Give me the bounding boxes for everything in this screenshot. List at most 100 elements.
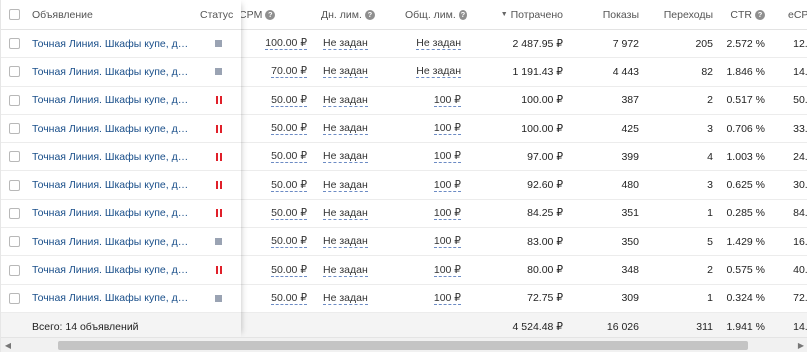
cpm-cell: 50.00 ₽ xyxy=(241,200,313,229)
total-limit-value[interactable]: 100 ₽ xyxy=(433,122,461,136)
row-checkbox[interactable] xyxy=(9,179,20,191)
spent-value: 83.00 ₽ xyxy=(527,235,563,248)
active-status-icon[interactable] xyxy=(215,294,222,302)
active-status-icon[interactable] xyxy=(215,68,222,76)
impressions-value: 480 xyxy=(621,179,639,192)
total-limit-value[interactable]: 100 ₽ xyxy=(433,94,461,107)
active-status-icon[interactable] xyxy=(215,238,222,246)
help-icon[interactable]: ? xyxy=(755,9,765,20)
spent-cell: 100.00 ₽ xyxy=(467,87,569,115)
daily-limit-value[interactable]: Не задан xyxy=(323,65,368,79)
header-status[interactable]: Статус xyxy=(196,0,241,30)
header-ecpc[interactable]: eCPC? xyxy=(771,0,807,30)
help-icon[interactable]: ? xyxy=(364,9,375,20)
cpm-value[interactable]: 50.00 ₽ xyxy=(271,94,307,107)
cpm-value[interactable]: 50.00 ₽ xyxy=(271,235,307,249)
total-limit-value[interactable]: 100 ₽ xyxy=(433,292,461,305)
ctr-value: 0.625 % xyxy=(726,179,765,192)
cpm-value[interactable]: 50.00 ₽ xyxy=(271,264,307,277)
ecpc-value: 12.13 ₽ xyxy=(793,37,807,50)
active-status-icon[interactable] xyxy=(215,40,222,48)
ad-name-link[interactable]: Точная Линия. Шкафы купе, двери к... xyxy=(32,66,192,78)
daily-limit-value[interactable]: Не задан xyxy=(323,122,368,136)
daily-limit-value[interactable]: Не задан xyxy=(323,235,368,249)
header-ctr[interactable]: CTR? xyxy=(719,0,771,30)
paused-status-icon[interactable] xyxy=(215,124,222,133)
total-limit-value[interactable]: Не задан xyxy=(416,37,461,51)
row-checkbox[interactable] xyxy=(9,38,20,50)
ad-name-link[interactable]: Точная Линия. Шкафы купе, двери к... xyxy=(32,236,192,248)
select-all-checkbox[interactable] xyxy=(9,9,20,20)
ad-name-cell: Точная Линия. Шкафы купе, двери к... xyxy=(26,171,196,200)
daily-limit-cell: Не задан xyxy=(313,228,375,257)
header-daily-limit[interactable]: Дн. лим.? xyxy=(313,0,375,30)
total-limit-value[interactable]: 100 ₽ xyxy=(433,179,461,192)
spent-cell: 1 191.43 ₽ xyxy=(467,58,569,87)
total-limit-value[interactable]: Не задан xyxy=(416,65,461,79)
row-checkbox[interactable] xyxy=(9,292,20,304)
impressions-cell: 480 xyxy=(569,171,645,200)
header-cpm[interactable]: CPM? xyxy=(241,0,313,30)
total-limit-value[interactable]: 100 ₽ xyxy=(433,207,461,220)
cpm-value[interactable]: 100.00 ₽ xyxy=(265,37,307,51)
daily-limit-value[interactable]: Не задан xyxy=(323,37,368,51)
ad-name-link[interactable]: Точная Линия. Шкафы купе, двери к... xyxy=(32,207,192,219)
daily-limit-value[interactable]: Не задан xyxy=(323,94,368,107)
impressions-value: 4 443 xyxy=(612,65,639,78)
total-limit-value[interactable]: 100 ₽ xyxy=(433,264,461,277)
header-impressions[interactable]: Показы xyxy=(569,0,645,30)
row-checkbox[interactable] xyxy=(9,207,20,219)
ecpc-value: 72.75 ₽ xyxy=(793,292,807,305)
row-checkbox[interactable] xyxy=(9,151,20,163)
total-limit-value[interactable]: 100 ₽ xyxy=(433,235,461,249)
paused-status-icon[interactable] xyxy=(215,209,222,218)
cpm-value[interactable]: 50.00 ₽ xyxy=(271,207,307,220)
paused-status-icon[interactable] xyxy=(215,152,222,161)
row-checkbox[interactable] xyxy=(9,264,20,276)
row-checkbox[interactable] xyxy=(9,123,20,135)
horizontal-scrollbar[interactable]: ◀ ▶ xyxy=(1,337,807,352)
row-checkbox[interactable] xyxy=(9,94,20,106)
daily-limit-value[interactable]: Не задан xyxy=(323,264,368,277)
daily-limit-value[interactable]: Не задан xyxy=(323,207,368,220)
ad-name-link[interactable]: Точная Линия. Шкафы купе, двери к... xyxy=(32,38,192,50)
daily-limit-cell: Не задан xyxy=(313,200,375,229)
ad-name-link[interactable]: Точная Линия. Шкафы купе, двери к... xyxy=(32,151,192,163)
impressions-value: 309 xyxy=(621,292,639,305)
help-icon[interactable]: ? xyxy=(265,9,276,20)
impressions-value: 7 972 xyxy=(612,37,639,50)
ad-name-link[interactable]: Точная Линия. Шкафы купе, двери к... xyxy=(32,264,192,276)
cpm-value[interactable]: 50.00 ₽ xyxy=(271,122,307,136)
header-clicks-label: Переходы xyxy=(663,8,713,21)
cpm-value[interactable]: 50.00 ₽ xyxy=(271,150,307,164)
cpm-value[interactable]: 70.00 ₽ xyxy=(271,65,307,79)
ad-name-link[interactable]: Точная Линия. Шкафы купе, двери к... xyxy=(32,179,192,191)
header-total-limit[interactable]: Общ. лим.? xyxy=(375,0,467,30)
ad-name-link[interactable]: Точная Линия. Шкафы купе, двери к... xyxy=(32,292,192,304)
cpm-cell: 50.00 ₽ xyxy=(241,228,313,257)
paused-status-icon[interactable] xyxy=(215,96,222,105)
cpm-value[interactable]: 50.00 ₽ xyxy=(271,179,307,192)
cpm-value[interactable]: 50.00 ₽ xyxy=(271,292,307,305)
row-checkbox[interactable] xyxy=(9,66,20,78)
daily-limit-value[interactable]: Не задан xyxy=(323,292,368,305)
scroll-left-arrow-icon[interactable]: ◀ xyxy=(2,340,14,351)
scrollbar-thumb[interactable] xyxy=(58,341,748,350)
table-header: Объявление Статус CPM? Дн. лим.? Общ. ли… xyxy=(1,0,807,30)
row-select-cell xyxy=(1,228,26,257)
clicks-cell: 2 xyxy=(645,256,719,285)
ad-name-link[interactable]: Точная Линия. Шкафы купе, двери к... xyxy=(32,94,192,106)
header-clicks[interactable]: Переходы xyxy=(645,0,719,30)
header-ad[interactable]: Объявление xyxy=(26,0,196,30)
header-spent[interactable]: ▼ Потрачено xyxy=(467,0,569,30)
ad-name-link[interactable]: Точная Линия. Шкафы купе, двери к... xyxy=(32,123,192,135)
scroll-right-arrow-icon[interactable]: ▶ xyxy=(795,340,807,351)
paused-status-icon[interactable] xyxy=(215,266,222,275)
paused-status-icon[interactable] xyxy=(215,181,222,190)
total-limit-value[interactable]: 100 ₽ xyxy=(433,150,461,164)
help-icon[interactable]: ? xyxy=(458,9,467,20)
daily-limit-value[interactable]: Не задан xyxy=(323,150,368,164)
row-checkbox[interactable] xyxy=(9,236,20,248)
ecpc-cell: 40.00 ₽ xyxy=(771,256,807,285)
daily-limit-value[interactable]: Не задан xyxy=(323,179,368,192)
